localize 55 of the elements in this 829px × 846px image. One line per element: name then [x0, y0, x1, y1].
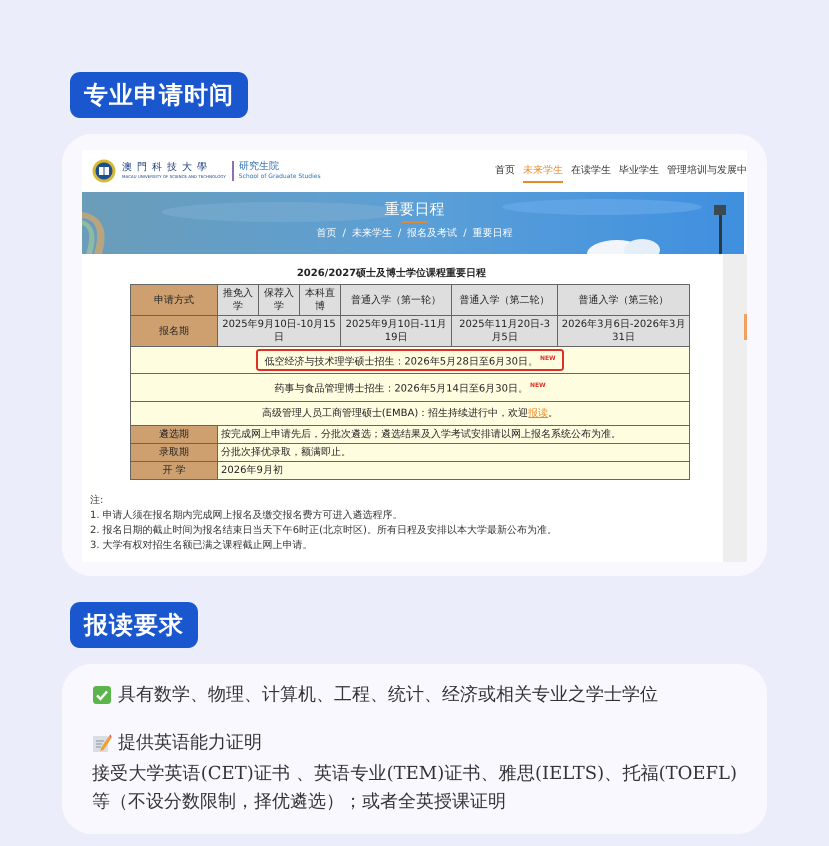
- table-cell: 2026年9月初: [218, 461, 690, 480]
- table-header-cell: 普通入学（第二轮）: [452, 284, 558, 316]
- table-cell: 2025年9月10日-10月15日: [218, 316, 340, 346]
- table-header-cell: 普通入学（第三轮）: [558, 284, 690, 316]
- notice-text: 低空经济与技术理学硕士招生：2026年5月28日至6月30日。: [264, 356, 538, 368]
- table-row-label: 报名期: [130, 316, 218, 346]
- table-header-cell: 本科直博: [300, 284, 340, 316]
- apply-link[interactable]: 报读: [528, 408, 548, 419]
- university-name: 澳門科技大學: [122, 162, 213, 174]
- note-text: 3. 大学有权对招生名额已满之课程截止网上申请。: [90, 538, 314, 552]
- table-row-label: 开 学: [130, 461, 218, 480]
- nav-link[interactable]: 未来学生: [523, 159, 563, 183]
- school-name: 研究生院: [238, 161, 280, 173]
- title-underline: [402, 221, 428, 223]
- notice-text: 。: [548, 408, 558, 419]
- side-accent: [744, 314, 747, 340]
- breadcrumb-link[interactable]: 报名及考试: [407, 228, 458, 240]
- table-cell: 2026年3月6日-2026年3月31日: [558, 316, 690, 346]
- nav-link[interactable]: 在读学生: [571, 159, 611, 183]
- notice-text: 高级管理人员工商管理硕士(EMBA)：招生持续进行中，欢迎: [262, 408, 528, 419]
- breadcrumb-separator: /: [463, 228, 467, 240]
- new-label: NEW: [530, 382, 546, 390]
- nav-link[interactable]: 管理培训与发展中: [667, 159, 747, 183]
- note-text: 2. 报名日期的截止时间为报名结束日当天下午6时正(北京时区)。所有日程及安排以本大学最新公布为准。: [90, 524, 558, 537]
- table-cell: 2025年9月10日-11月19日: [340, 316, 452, 346]
- checkmark-icon: [92, 684, 112, 705]
- notice-text: 药事与食品管理博士招生：2026年5月14日至6月30日。: [274, 384, 528, 395]
- table-header-cell: 普通入学（第一轮）: [340, 284, 452, 316]
- note-text: 1. 申请人须在报名期内完成网上报名及缴交报名费方可进入遴选程序。: [90, 508, 404, 522]
- table-header-cell: 申请方式: [130, 284, 218, 316]
- nav-link[interactable]: 首页: [495, 159, 515, 183]
- table-header-cell: 推免入学: [218, 284, 258, 316]
- page-title: 重要日程: [384, 200, 444, 218]
- table-title: 2026/2027硕士及博士学位课程重要日程: [296, 266, 488, 280]
- breadcrumb-link[interactable]: 重要日程: [472, 228, 513, 240]
- requirement-detail: 接受大学英语(CET)证书 、英语专业(TEM)证书、雅思(IELTS)、托福(TOEFL)等（不设分数限制，择优遴选）；或者全英授课证明: [92, 762, 737, 814]
- nav-link[interactable]: 毕业学生: [619, 159, 659, 183]
- notes-heading: 注:: [90, 494, 104, 507]
- table-cell: 分批次择优录取，额满即止。: [218, 443, 690, 462]
- table-cell: 按完成网上申请先后，分批次遴选；遴选结果及入学考试安排请以网上报名系统公布为准。: [218, 425, 690, 444]
- section-heading: 报读要求: [70, 602, 198, 648]
- table-row-label: 录取期: [130, 443, 218, 462]
- requirement-text: 提供英语能力证明: [118, 730, 262, 755]
- university-emblem-icon: [92, 159, 116, 183]
- breadcrumb-separator: /: [398, 228, 402, 240]
- requirement-text: 具有数学、物理、计算机、工程、统计、经济或相关专业之学士学位: [118, 682, 658, 707]
- section-heading: 专业申请时间: [70, 72, 248, 118]
- breadcrumb-link[interactable]: 未来学生: [352, 228, 392, 240]
- table-header-cell: 保荐入学: [258, 284, 300, 316]
- memo-icon: [92, 732, 112, 753]
- breadcrumb-link[interactable]: 首页: [316, 228, 336, 240]
- table-cell: 2025年11月20日-3月5日: [452, 316, 558, 346]
- table-row-label: 遴选期: [130, 425, 218, 444]
- new-label: NEW: [540, 355, 556, 362]
- breadcrumb-separator: /: [342, 228, 346, 240]
